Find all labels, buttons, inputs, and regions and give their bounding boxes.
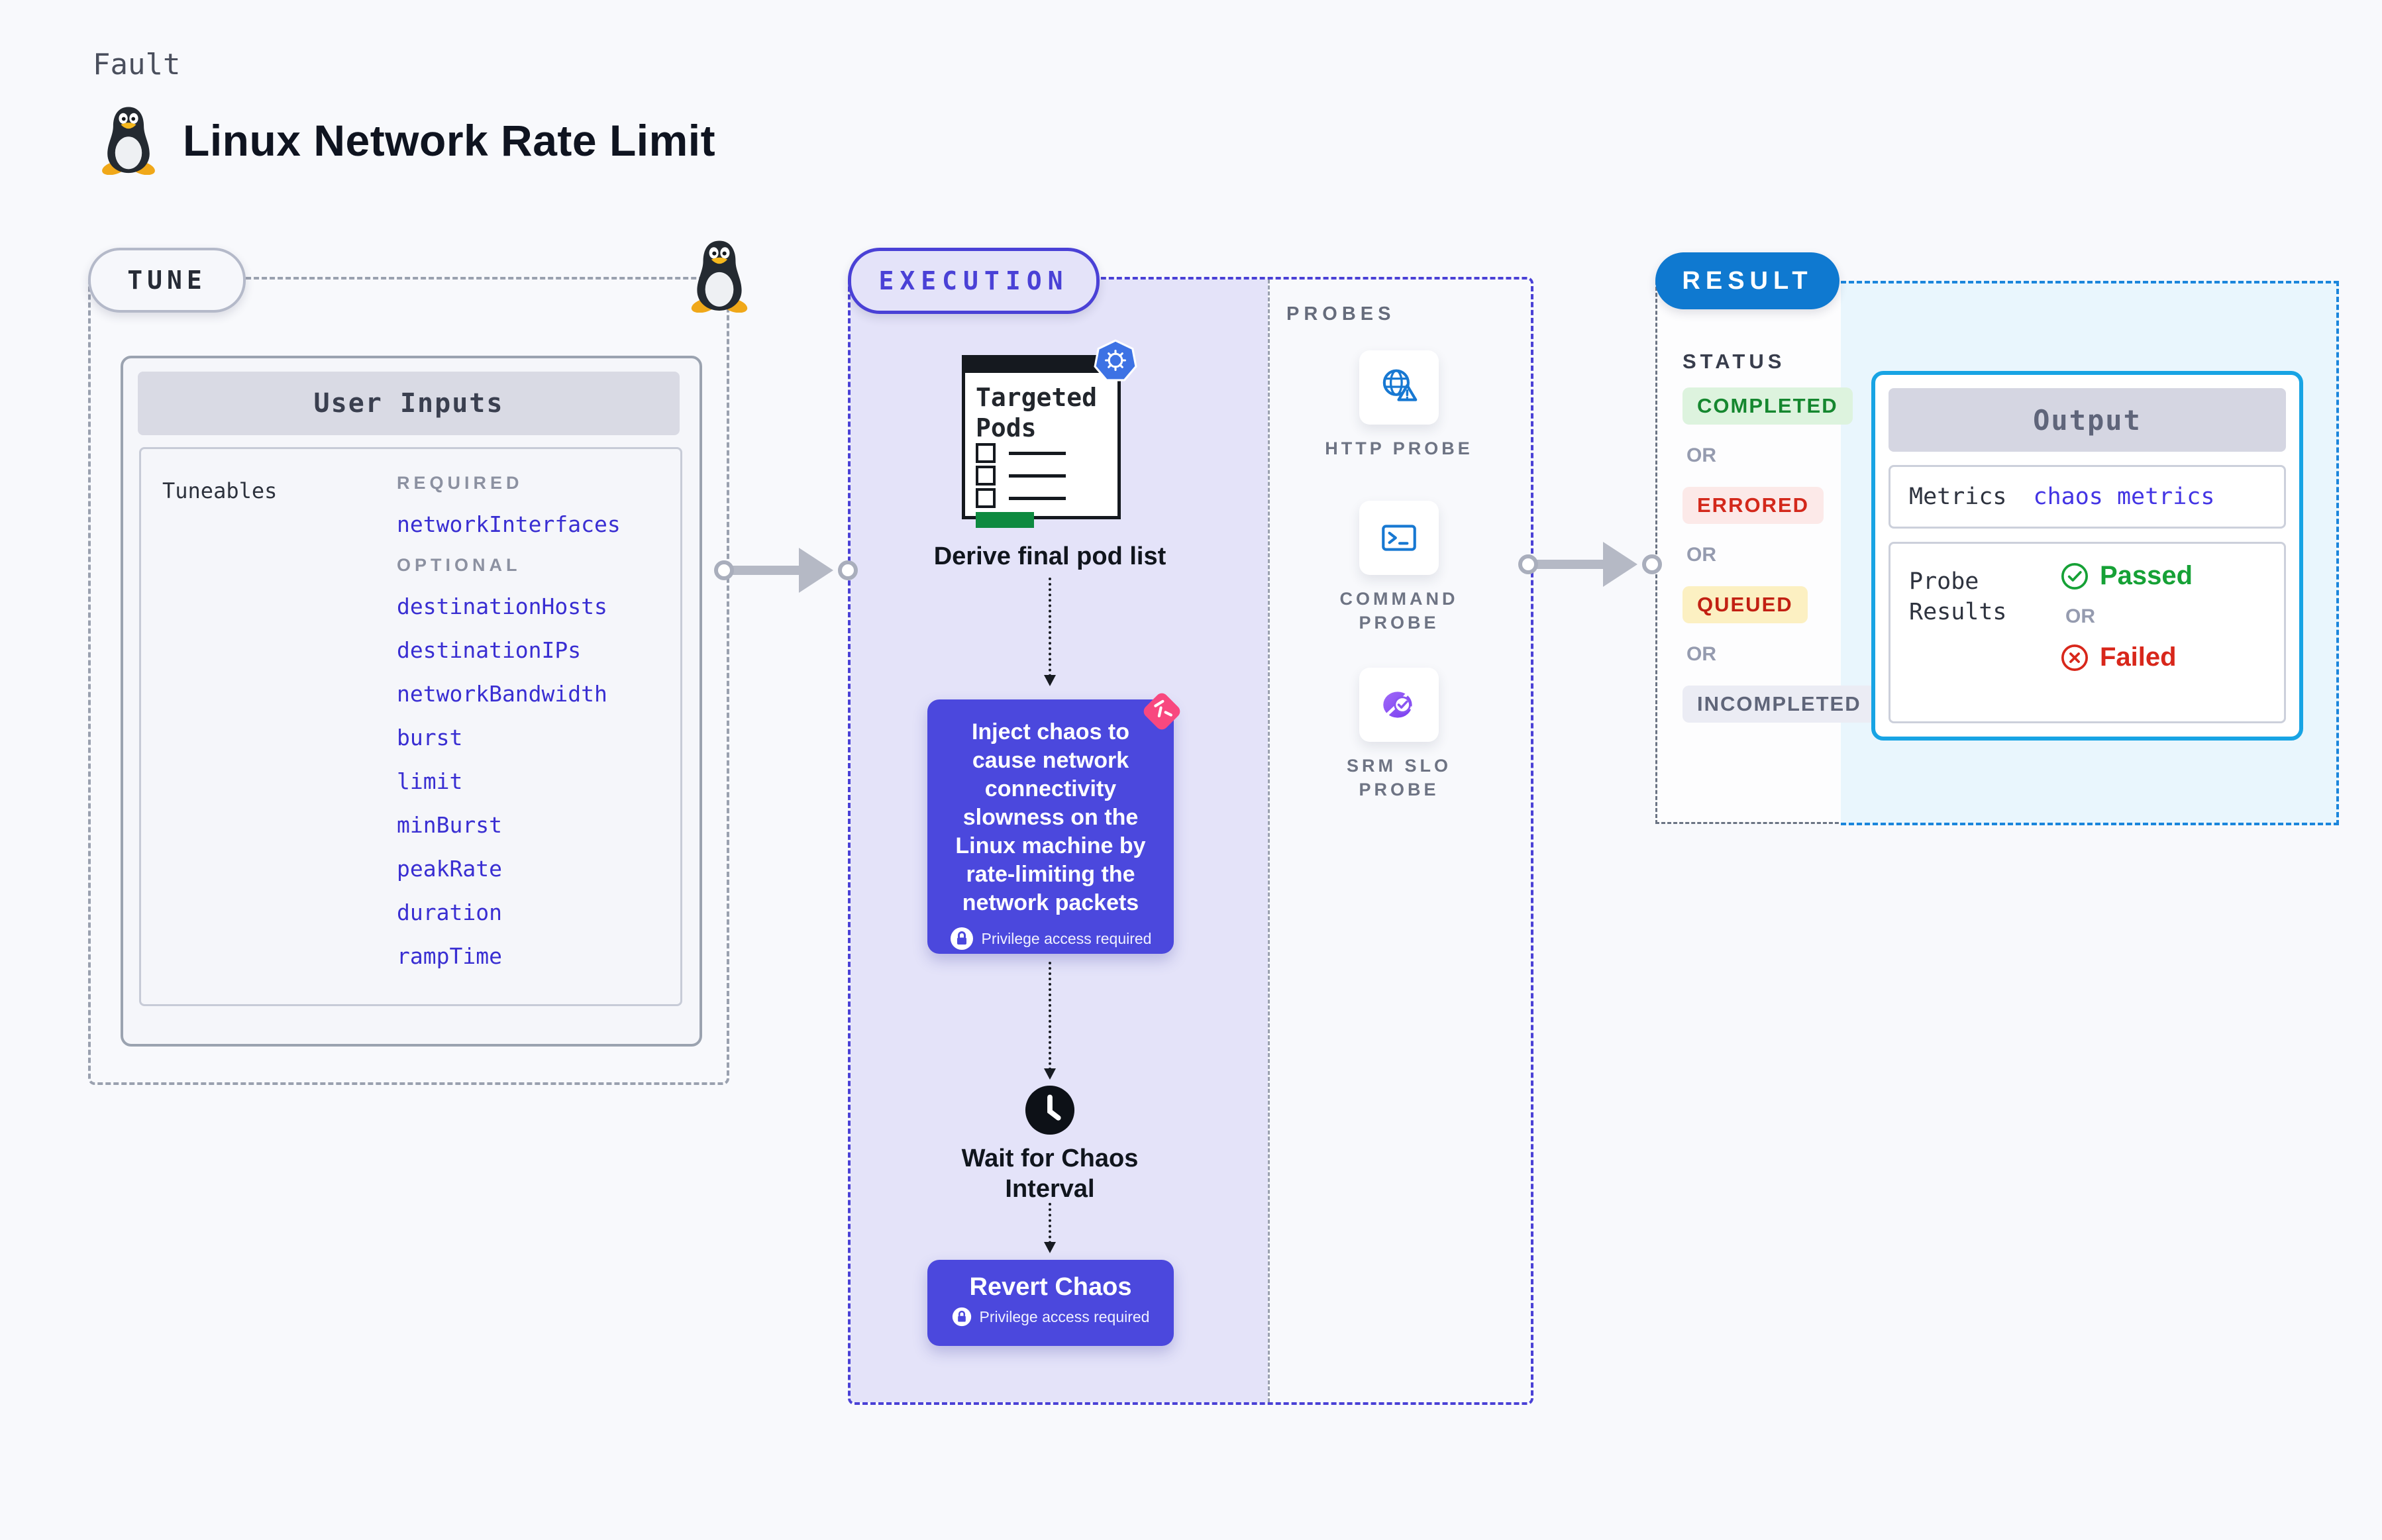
lock-icon — [952, 1307, 971, 1327]
status-badge-queued: QUEUED — [1683, 586, 1808, 623]
flow-connector-arrow — [1044, 1203, 1056, 1253]
metrics-label: Metrics — [1909, 484, 2007, 510]
pod-list-item — [976, 443, 1066, 463]
tuneables-box: Tuneables REQUIRED networkInterfaces OPT… — [139, 447, 682, 1006]
privilege-note: Privilege access required — [981, 929, 1152, 947]
tuneable-rampTime[interactable]: rampTime — [397, 943, 502, 969]
status-badge-errored: ERRORED — [1683, 487, 1824, 524]
connector-dot — [714, 560, 734, 580]
connector-dot — [1518, 554, 1538, 574]
connector-dot — [838, 560, 858, 580]
tuneable-burst[interactable]: burst — [397, 725, 462, 750]
user-inputs-card: User Inputs Tuneables REQUIRED networkIn… — [121, 356, 702, 1047]
metrics-row: Metrics chaos metrics — [1889, 465, 2286, 529]
fault-diagram: Fault Linux Network Rate Limit TUNE User… — [0, 0, 2382, 1540]
pod-list-item — [976, 488, 1066, 508]
http-probe-card — [1359, 350, 1439, 425]
fault-kicker: Fault — [93, 48, 181, 81]
clock-icon — [1024, 1084, 1076, 1136]
inject-chaos-card: Inject chaos to cause network connectivi… — [927, 693, 1180, 954]
flow-connector-arrow — [1044, 578, 1056, 686]
failed-verdict: Failed — [2060, 642, 2177, 672]
tuneable-destinationIPs[interactable]: destinationIPs — [397, 637, 581, 663]
execution-to-result-arrow — [1518, 542, 1662, 587]
x-circle-icon — [2061, 644, 2089, 671]
status-badge-completed: COMPLETED — [1683, 387, 1853, 425]
linux-penguin-icon — [691, 240, 748, 313]
srm-slo-probe-label: SRM SLO PROBE — [1346, 756, 1451, 799]
user-inputs-header: User Inputs — [138, 372, 680, 435]
title-row: Linux Network Rate Limit — [99, 106, 715, 175]
chaos-icon — [1143, 693, 1180, 730]
srm-slo-probe-card — [1359, 668, 1439, 742]
command-probe-card — [1359, 501, 1439, 575]
wait-step-label: Wait for Chaos Interval — [961, 1145, 1139, 1203]
tuneables-list: REQUIRED networkInterfaces OPTIONAL dest… — [397, 473, 621, 969]
probe-results-row: Probe Results Passed OR Failed — [1889, 542, 2286, 723]
execution-section: PROBES Targeted Pods Derive final pod li… — [848, 277, 1533, 1405]
passed-label: Passed — [2100, 561, 2193, 590]
probe-results-label: Probe Results — [1909, 568, 2007, 625]
or-label: OR — [1686, 444, 1716, 466]
verdict-list: Passed OR Failed — [2060, 561, 2193, 721]
kubernetes-icon — [1094, 339, 1137, 382]
derive-step-label: Derive final pod list — [933, 542, 1166, 570]
revert-step-label: Revert Chaos — [969, 1273, 1132, 1301]
status-badge-incompleted: INCOMPLETED — [1683, 686, 1876, 723]
tuneable-peakRate[interactable]: peakRate — [397, 856, 502, 882]
targeted-pods-title: Targeted Pods — [976, 383, 1098, 442]
status-label: STATUS — [1683, 350, 1786, 373]
flow-connector-arrow — [1044, 962, 1056, 1080]
privilege-note: Privilege access required — [979, 1308, 1150, 1325]
checkbox-icon — [976, 443, 996, 463]
tune-pill: TUNE — [88, 248, 246, 313]
linux-penguin-icon — [102, 107, 155, 175]
or-label: OR — [1686, 643, 1716, 665]
optional-label: OPTIONAL — [397, 555, 521, 575]
revert-chaos-card: Revert Chaos Privilege access required — [927, 1260, 1174, 1346]
failed-label: Failed — [2100, 642, 2177, 672]
tune-to-execution-arrow — [714, 548, 858, 593]
tuneable-networkInterfaces[interactable]: networkInterfaces — [397, 511, 621, 537]
required-label: REQUIRED — [397, 473, 523, 493]
privilege-row: Privilege access required — [927, 1307, 1174, 1327]
tuneables-label: Tuneables — [162, 478, 278, 503]
tuneable-destinationHosts[interactable]: destinationHosts — [397, 593, 607, 619]
output-header: Output — [1889, 388, 2286, 452]
globe-warning-icon — [1382, 369, 1418, 401]
tuneable-minBurst[interactable]: minBurst — [397, 812, 502, 838]
command-probe-label: COMMAND PROBE — [1339, 589, 1459, 633]
pod-list-item — [976, 466, 1066, 486]
targeted-pods-box: Targeted Pods — [962, 339, 1137, 528]
privilege-row: Privilege access required — [927, 927, 1174, 950]
lock-icon — [950, 927, 973, 950]
inject-step-label: Inject chaos to cause network connectivi… — [955, 719, 1146, 915]
probes-label: PROBES — [1286, 303, 1396, 325]
tuneable-limit[interactable]: limit — [397, 768, 462, 794]
execution-pill: EXECUTION — [848, 248, 1100, 314]
progress-bar — [976, 512, 1034, 528]
terminal-icon — [1382, 525, 1416, 551]
checkbox-icon — [976, 466, 996, 486]
passed-verdict: Passed — [2060, 561, 2193, 591]
slo-donut-check-icon — [1383, 692, 1413, 718]
or-label: OR — [2065, 605, 2095, 627]
tuneable-networkBandwidth[interactable]: networkBandwidth — [397, 681, 607, 707]
chaos-metrics-link[interactable]: chaos metrics — [2034, 484, 2215, 510]
http-probe-label: HTTP PROBE — [1325, 438, 1473, 458]
tuneable-duration[interactable]: duration — [397, 899, 502, 925]
status-list: COMPLETED OR ERRORED OR QUEUED OR INCOMP… — [1683, 387, 1876, 723]
result-pill: RESULT — [1655, 252, 1839, 309]
or-label: OR — [1686, 544, 1716, 566]
connector-dot — [1642, 554, 1662, 574]
page-title: Linux Network Rate Limit — [183, 116, 716, 165]
output-card: Output Metrics chaos metrics Probe Resul… — [1871, 371, 2303, 741]
check-circle-icon — [2061, 562, 2089, 590]
checkbox-icon — [976, 488, 996, 508]
